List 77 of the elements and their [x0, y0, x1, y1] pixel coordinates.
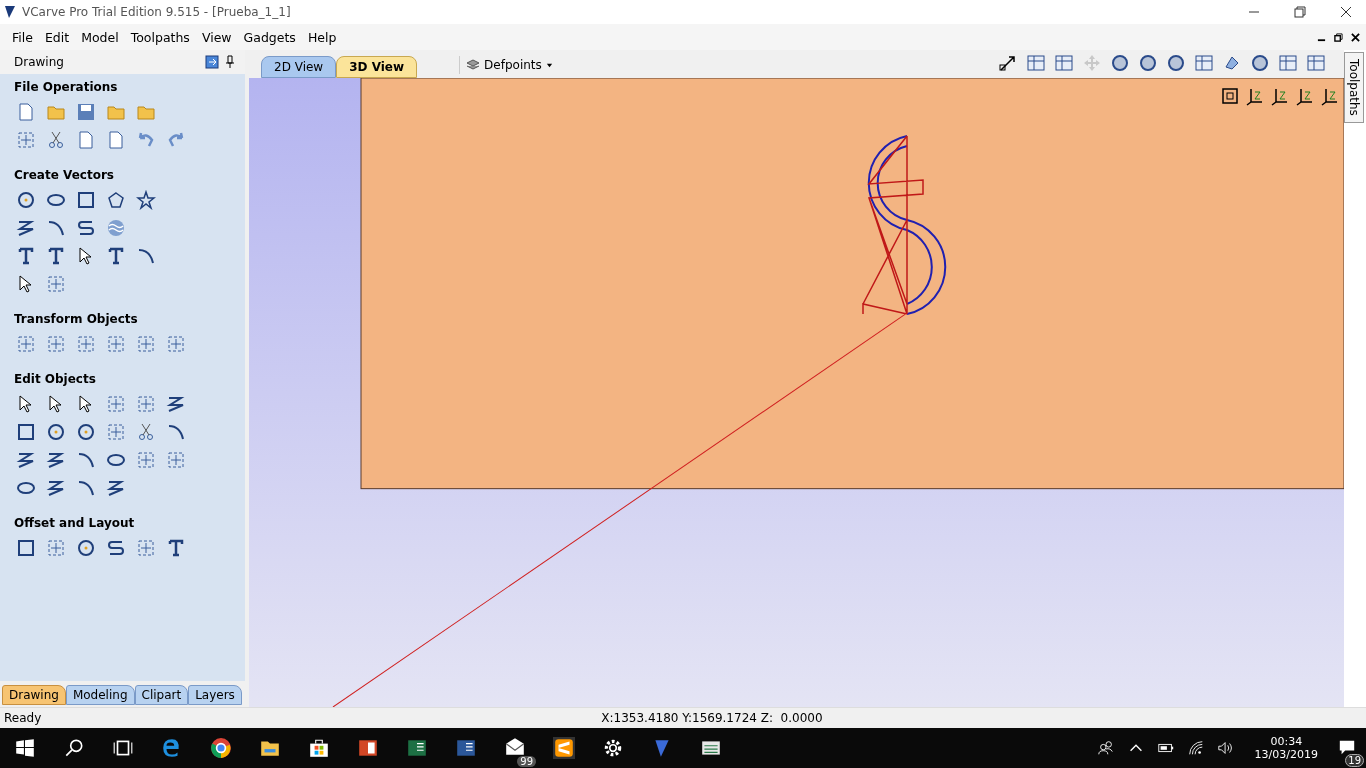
close-icon[interactable]	[1351, 32, 1360, 42]
toolpaths-tab[interactable]: Toolpaths	[1344, 52, 1364, 123]
pentagon-icon[interactable]	[106, 190, 126, 210]
section-heading: Offset and Layout	[14, 516, 136, 530]
panel-title: Drawing	[14, 55, 64, 69]
clock-date[interactable]: 13/03/2019	[1254, 748, 1318, 761]
dock-icon[interactable]	[205, 55, 219, 69]
text-layout-icon[interactable]	[166, 538, 186, 558]
round-corner-icon[interactable]	[76, 478, 96, 498]
menu-item[interactable]: Edit	[38, 29, 76, 45]
resize-icon[interactable]	[998, 53, 1018, 73]
layout-icon[interactable]	[1026, 53, 1046, 73]
circle-icon[interactable]	[16, 190, 36, 210]
offset-icon[interactable]	[16, 538, 36, 558]
fillet-icon[interactable]	[76, 450, 96, 470]
caret-icon	[545, 61, 553, 69]
mail-badge: 99	[517, 755, 536, 767]
text-frame-icon[interactable]	[106, 246, 126, 266]
text-icon[interactable]	[16, 246, 36, 266]
search-icon[interactable]	[63, 737, 85, 759]
x-axis-icon[interactable]	[1295, 86, 1315, 106]
window-title: VCarve Pro Trial Edition 9.515 - [Prueba_1_1]	[22, 5, 291, 19]
menu-item[interactable]: Help	[301, 29, 343, 45]
wifi-icon[interactable]	[1186, 739, 1205, 757]
z-axis-icon[interactable]	[1270, 86, 1290, 106]
menu-item[interactable]: Gadgets	[237, 29, 302, 45]
wave-icon[interactable]	[106, 218, 126, 238]
new-file-icon[interactable]	[16, 102, 36, 122]
text-box-icon[interactable]	[46, 246, 66, 266]
menu-item[interactable]: Toolpaths	[124, 29, 196, 45]
panel-right-icon[interactable]	[1306, 53, 1326, 73]
people-icon[interactable]	[1096, 739, 1115, 757]
fit-view-icon[interactable]	[1220, 86, 1240, 106]
y-axis-icon[interactable]	[1320, 86, 1340, 106]
panel-tab[interactable]: Drawing	[2, 685, 66, 705]
chrome-icon[interactable]	[210, 737, 232, 759]
windows-start-icon[interactable]	[14, 737, 36, 759]
star-icon[interactable]	[136, 190, 156, 210]
section-heading: File Operations	[14, 80, 119, 94]
section-heading: Transform Objects	[14, 312, 139, 326]
sublime-s-icon[interactable]	[553, 737, 575, 759]
view-tab[interactable]: 2D View	[261, 56, 337, 78]
menu-item[interactable]: File	[6, 29, 39, 45]
status-message: Ready	[4, 711, 42, 725]
iso-view-icon[interactable]	[1245, 86, 1265, 106]
section-heading: Edit Objects	[14, 372, 97, 386]
rectangle-icon[interactable]	[76, 190, 96, 210]
layer-dropdown[interactable]: Defpoints	[459, 56, 559, 74]
zigzag-line-icon[interactable]	[16, 218, 36, 238]
speaker-icon[interactable]	[1216, 739, 1235, 757]
cut-icon[interactable]	[46, 130, 66, 150]
panel-tab[interactable]: Layers	[188, 685, 242, 705]
settings-icon[interactable]	[602, 737, 624, 759]
panel-tab[interactable]: Clipart	[134, 685, 189, 705]
document-app-icon[interactable]	[455, 737, 477, 759]
view-tab[interactable]: 3D View	[336, 56, 418, 78]
cursor-coordinates: X:1353.4180 Y:1569.1724 Z: 0.0000	[601, 711, 823, 725]
s-curve-icon[interactable]	[76, 218, 96, 238]
close-icon[interactable]	[1340, 6, 1352, 18]
spreadsheet-app-icon[interactable]	[406, 737, 428, 759]
scissors-icon[interactable]	[136, 422, 156, 442]
panel-left-icon[interactable]	[1278, 53, 1298, 73]
pin-icon[interactable]	[223, 55, 237, 69]
notification-count: 19	[1345, 753, 1364, 767]
menu-item[interactable]: View	[195, 29, 238, 45]
copy-icon[interactable]	[76, 130, 96, 150]
panel-tab[interactable]: Modeling	[65, 685, 135, 705]
curve-icon[interactable]	[46, 218, 66, 238]
restore-icon[interactable]	[1334, 32, 1343, 42]
app-logo-icon	[4, 5, 16, 19]
section-heading: Create Vectors	[14, 168, 115, 182]
presentation-app-icon[interactable]	[357, 737, 379, 759]
layers-icon	[466, 58, 481, 72]
save-icon[interactable]	[76, 102, 96, 122]
menu-item[interactable]: Model	[75, 29, 125, 45]
clock-time[interactable]: 00:34	[1270, 735, 1303, 748]
shopping-bag-icon[interactable]	[308, 737, 330, 759]
